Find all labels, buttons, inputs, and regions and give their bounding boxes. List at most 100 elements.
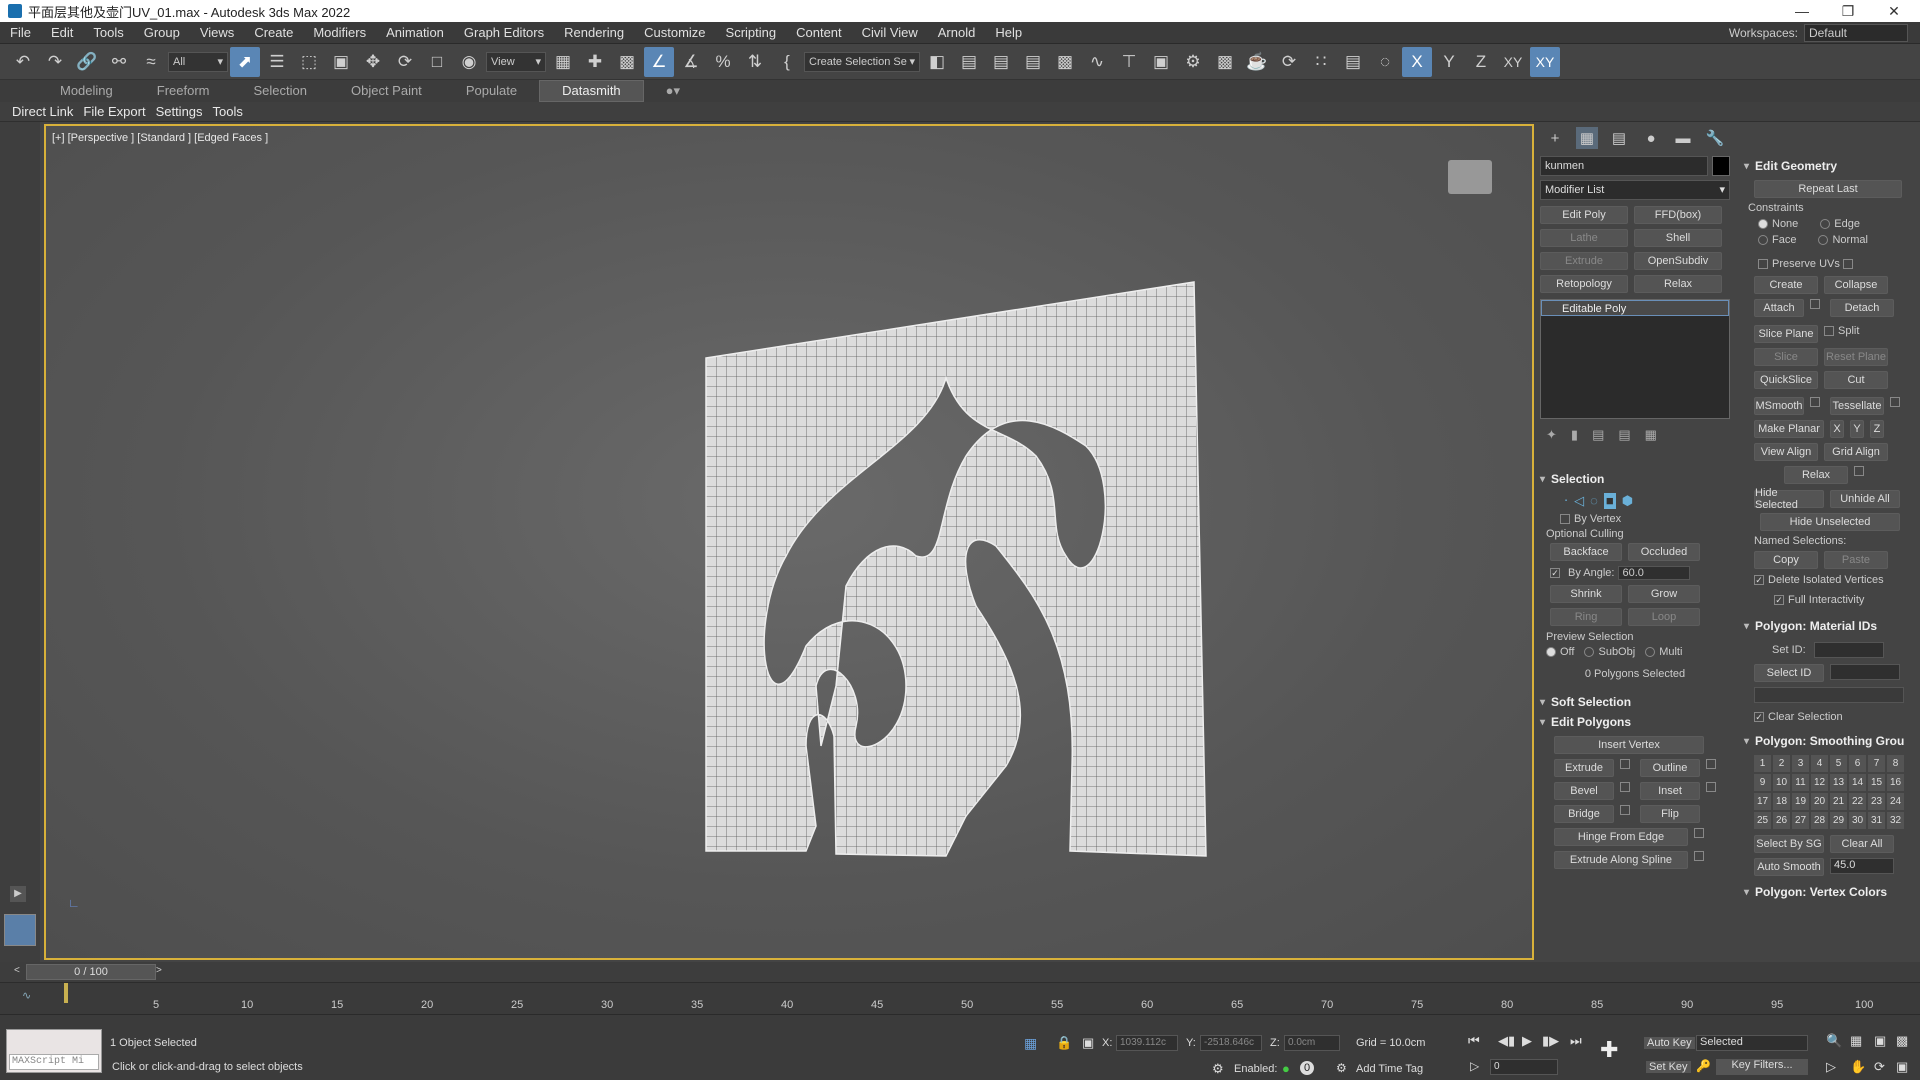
- auto-smooth-spinner[interactable]: 45.0: [1830, 858, 1894, 874]
- field-of-view-icon[interactable]: ▷: [1826, 1059, 1836, 1075]
- insert-vertex-button[interactable]: Insert Vertex: [1554, 736, 1704, 754]
- view-align-button[interactable]: View Align: [1754, 443, 1818, 461]
- place-icon[interactable]: ◉: [454, 47, 484, 77]
- sg-button[interactable]: 2: [1773, 755, 1790, 772]
- constraint-edge-option[interactable]: Edge: [1820, 218, 1860, 230]
- maximize-viewport-icon[interactable]: ▣: [1896, 1059, 1908, 1075]
- mirror-icon[interactable]: ◧: [922, 47, 952, 77]
- object-name-field[interactable]: kunmen: [1540, 156, 1708, 176]
- time-slider[interactable]: 0 / 100: [26, 964, 156, 980]
- goto-start-icon[interactable]: ⏮: [1468, 1033, 1480, 1049]
- preview-subobj-radio[interactable]: [1584, 647, 1595, 658]
- bevel-settings-icon[interactable]: [1620, 782, 1630, 792]
- selection-rollout-header[interactable]: Selection: [1540, 469, 1730, 489]
- zoom-icon[interactable]: 🔍: [1826, 1033, 1842, 1049]
- key-icon[interactable]: 🔑: [1696, 1059, 1711, 1073]
- snap-grid-icon[interactable]: ▤: [1338, 47, 1368, 77]
- by-vertex-checkbox[interactable]: [1560, 514, 1570, 525]
- adaptive-degradation-icon[interactable]: ⚙: [1212, 1061, 1224, 1077]
- material-editor-icon[interactable]: ▣: [1146, 47, 1176, 77]
- constraint-none-radio[interactable]: [1758, 219, 1768, 230]
- hinge-from-edge-button[interactable]: Hinge From Edge: [1554, 828, 1688, 846]
- ffd-box-button[interactable]: FFD(box): [1634, 206, 1722, 224]
- y-coordinate-field[interactable]: -2518.646c: [1200, 1035, 1262, 1051]
- make-unique-icon[interactable]: ▤: [1592, 427, 1604, 443]
- align-icon[interactable]: ▤: [954, 47, 984, 77]
- sg-button[interactable]: 31: [1868, 812, 1885, 829]
- absolute-mode-icon[interactable]: ▣: [1082, 1035, 1094, 1051]
- angle-snap-icon[interactable]: ∡: [676, 47, 706, 77]
- backface-button[interactable]: Backface: [1550, 543, 1622, 561]
- modify-tab-icon[interactable]: ▦: [1576, 127, 1598, 149]
- clear-all-button[interactable]: Clear All: [1830, 835, 1894, 853]
- inset-button[interactable]: Inset: [1640, 782, 1700, 800]
- sg-button[interactable]: 27: [1792, 812, 1809, 829]
- constraint-normal-radio[interactable]: [1818, 235, 1829, 246]
- tab-object-paint[interactable]: Object Paint: [329, 81, 444, 101]
- smoothing-groups-rollout-header[interactable]: Polygon: Smoothing Grou: [1744, 731, 1920, 751]
- sg-button[interactable]: 21: [1830, 793, 1847, 810]
- clear-selection-option[interactable]: ✓ Clear Selection: [1744, 711, 1920, 723]
- stack-item-editable-poly[interactable]: Editable Poly: [1541, 300, 1729, 316]
- preserve-uvs-settings-icon[interactable]: [1842, 259, 1853, 270]
- menu-customize[interactable]: Customize: [634, 22, 715, 44]
- clear-selection-checkbox[interactable]: ✓: [1754, 712, 1764, 723]
- snaps-toggle-icon[interactable]: ∠: [644, 46, 674, 77]
- delete-isolated-option[interactable]: ✓ Delete Isolated Vertices: [1744, 574, 1920, 586]
- split-option[interactable]: Split: [1824, 325, 1859, 343]
- key-mode-icon[interactable]: ▷: [1470, 1059, 1479, 1073]
- planar-y-button[interactable]: Y: [1850, 420, 1864, 438]
- slice-button[interactable]: Slice: [1754, 348, 1818, 366]
- mini-curve-editor-icon[interactable]: ∿: [22, 989, 31, 1002]
- constraint-face-radio[interactable]: [1758, 235, 1768, 246]
- make-planar-button[interactable]: Make Planar: [1754, 420, 1824, 438]
- object-color-swatch[interactable]: [1712, 156, 1730, 176]
- copy-button[interactable]: Copy: [1754, 551, 1818, 569]
- cut-button[interactable]: Cut: [1824, 371, 1888, 389]
- sg-button[interactable]: 10: [1773, 774, 1790, 791]
- link-icon[interactable]: 🔗: [72, 47, 102, 77]
- attach-settings-icon[interactable]: [1810, 299, 1820, 309]
- outline-settings-icon[interactable]: [1706, 759, 1716, 769]
- outline-button[interactable]: Outline: [1640, 759, 1700, 777]
- axis-xy-button[interactable]: XY: [1498, 47, 1528, 77]
- preview-off-option[interactable]: Off: [1546, 646, 1574, 658]
- rect-selection-icon[interactable]: ⬚: [294, 47, 324, 77]
- edit-named-sets-icon[interactable]: {: [772, 47, 802, 77]
- sg-button[interactable]: 26: [1773, 812, 1790, 829]
- schematic-view-icon[interactable]: ⊤: [1114, 47, 1144, 77]
- vertex-colors-rollout-header[interactable]: Polygon: Vertex Colors: [1744, 882, 1920, 902]
- orbit-icon[interactable]: ⟳: [1874, 1059, 1885, 1075]
- occluded-button[interactable]: Occluded: [1628, 543, 1700, 561]
- track-bar[interactable]: ∿ 5 10 15 20 25 30 35 40 45 50 55 60 65 …: [0, 982, 1920, 1014]
- render-production-icon[interactable]: ☕: [1242, 47, 1272, 77]
- modifier-list-dropdown[interactable]: Modifier List ▾: [1540, 180, 1730, 200]
- select-by-sg-button[interactable]: Select By SG: [1754, 835, 1824, 853]
- sg-button[interactable]: 12: [1811, 774, 1828, 791]
- create-tab-icon[interactable]: +: [1544, 127, 1566, 149]
- opensubdiv-button[interactable]: OpenSubdiv: [1634, 252, 1722, 270]
- unhide-all-button[interactable]: Unhide All: [1830, 490, 1900, 508]
- sg-button[interactable]: 25: [1754, 812, 1771, 829]
- minimize-icon[interactable]: —: [1780, 0, 1824, 22]
- auto-smooth-button[interactable]: Auto Smooth: [1754, 858, 1824, 876]
- menu-civil-view[interactable]: Civil View: [852, 22, 928, 44]
- key-filter-selection-dropdown[interactable]: Selected: [1696, 1035, 1808, 1051]
- sg-button[interactable]: 13: [1830, 774, 1847, 791]
- next-frame-icon[interactable]: >: [156, 965, 162, 976]
- axis-x-button[interactable]: X: [1402, 46, 1432, 77]
- sg-button[interactable]: 19: [1792, 793, 1809, 810]
- key-filters-button[interactable]: Key Filters...: [1716, 1059, 1808, 1075]
- sg-button[interactable]: 6: [1849, 755, 1866, 772]
- unlink-icon[interactable]: ⚯: [104, 47, 134, 77]
- ribbon-options-icon[interactable]: ●▾: [644, 81, 702, 101]
- by-angle-spinner[interactable]: 60.0: [1618, 566, 1691, 580]
- perspective-viewport[interactable]: [+] [Perspective ] [Standard ] [Edged Fa…: [44, 124, 1534, 960]
- settings-button[interactable]: Settings: [156, 104, 203, 119]
- tab-selection[interactable]: Selection: [232, 81, 329, 101]
- extrude-mod-button[interactable]: Extrude: [1540, 252, 1628, 270]
- tools-button[interactable]: Tools: [213, 104, 243, 119]
- current-frame-spinner[interactable]: 0: [1490, 1059, 1558, 1075]
- constraint-edge-radio[interactable]: [1820, 219, 1831, 230]
- extrude-along-spline-button[interactable]: Extrude Along Spline: [1554, 851, 1688, 869]
